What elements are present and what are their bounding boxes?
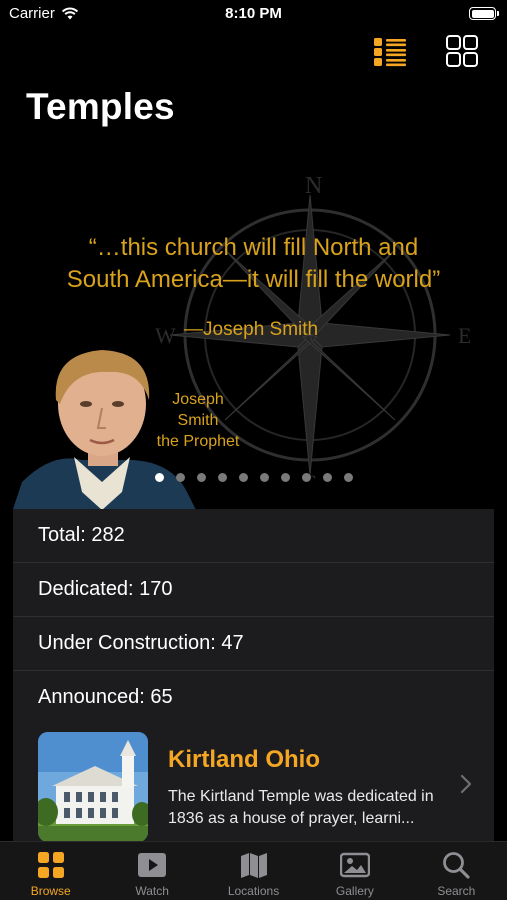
page-dot[interactable] — [280, 473, 290, 482]
page-dot[interactable] — [322, 473, 332, 482]
map-icon — [240, 853, 267, 878]
play-icon — [138, 853, 167, 877]
page-dot[interactable] — [343, 473, 353, 482]
page-dot[interactable] — [175, 473, 185, 482]
page-dot[interactable] — [154, 473, 164, 482]
tab-browse[interactable]: Browse — [0, 842, 101, 900]
banner-quote-line-2: South America—it will fill the world” — [66, 266, 441, 293]
stat-row-announced[interactable]: Announced: 65 — [13, 671, 494, 725]
tab-locations[interactable]: Locations — [203, 842, 304, 900]
page-dot[interactable] — [196, 473, 206, 482]
portrait-caption-line-1: Joseph — [172, 391, 224, 408]
portrait-caption-line-2: Smith — [177, 412, 219, 429]
stat-dedicated-label: Dedicated: 170 — [38, 578, 173, 600]
temple-name: Kirtland Ohio — [168, 746, 320, 773]
page-title: Temples — [26, 86, 175, 127]
tab-browse-label: Browse — [30, 884, 71, 898]
stat-total-label: Total: 282 — [38, 524, 125, 546]
grid-view-icon[interactable] — [445, 34, 479, 68]
portrait-caption-line-3: the Prophet — [156, 433, 240, 450]
featured-banner-carousel[interactable]: N W E S “…this church will fill North an… — [0, 150, 507, 510]
tab-search[interactable]: Search — [406, 842, 507, 900]
page-control[interactable] — [0, 473, 507, 482]
page-dot[interactable] — [259, 473, 269, 482]
chevron-right-icon — [460, 774, 472, 794]
tab-gallery-label: Gallery — [335, 884, 374, 898]
page-dot[interactable] — [238, 473, 248, 482]
banner-quote-line-1: “…this church will fill North and — [88, 234, 419, 261]
status-bar: Carrier 8:10 PM — [0, 0, 507, 30]
list-view-icon[interactable] — [373, 34, 407, 68]
photo-icon — [339, 852, 370, 878]
tab-locations-label: Locations — [227, 884, 280, 898]
page-dot[interactable] — [301, 473, 311, 482]
banner-quote-author: —Joseph Smith — [184, 319, 319, 340]
stat-under-construction-label: Under Construction: 47 — [38, 632, 244, 654]
stat-row-dedicated[interactable]: Dedicated: 170 — [13, 563, 494, 617]
search-icon — [443, 852, 470, 879]
tab-search-label: Search — [437, 884, 476, 898]
tab-watch[interactable]: Watch — [101, 842, 202, 900]
stat-row-total[interactable]: Total: 282 — [13, 509, 494, 563]
stat-announced-label: Announced: 65 — [38, 686, 173, 708]
tab-bar: Browse Watch Locations Gallery Search — [0, 841, 507, 900]
battery-icon — [469, 7, 499, 20]
compass-north-label: N — [305, 173, 322, 199]
banner-quote: “…this church will fill North and South … — [0, 232, 507, 296]
tab-watch-label: Watch — [135, 884, 169, 898]
temple-stats-list: Total: 282 Dedicated: 170 Under Construc… — [13, 509, 494, 725]
portrait-caption: Joseph Smith the Prophet — [140, 389, 256, 452]
stat-row-under-construction[interactable]: Under Construction: 47 — [13, 617, 494, 671]
status-time: 8:10 PM — [225, 5, 282, 22]
temple-description: The Kirtland Temple was dedicated in 183… — [168, 788, 434, 827]
compass-east-label: E — [458, 323, 470, 348]
view-mode-switcher — [373, 34, 479, 68]
grid-icon — [37, 852, 64, 878]
tab-gallery[interactable]: Gallery — [304, 842, 405, 900]
temple-thumbnail-image — [38, 732, 148, 842]
page-dot[interactable] — [217, 473, 227, 482]
temple-list-item[interactable]: Kirtland Ohio The Kirtland Temple was de… — [13, 724, 494, 842]
